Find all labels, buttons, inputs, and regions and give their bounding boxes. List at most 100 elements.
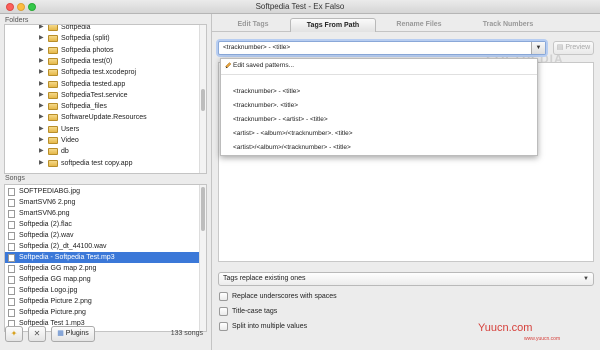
folders-scroll-thumb[interactable] [201, 89, 205, 111]
folder-row[interactable]: ▶ Softpedia tested.app [5, 79, 200, 90]
replace-mode-value: Tags replace existing ones [223, 275, 306, 282]
replace-mode-select[interactable]: Tags replace existing ones ▼ [218, 272, 594, 286]
plugins-label: Plugins [65, 330, 89, 337]
pattern-option[interactable]: <artist>/<album>/<tracknumber> - <title> [221, 141, 537, 155]
plugins-button[interactable]: ▦ Plugins [51, 326, 95, 342]
replace-underscores-label: Replace underscores with spaces [232, 293, 337, 300]
song-row[interactable]: Softpedia (2)_dt_44100.wav [5, 241, 201, 252]
folder-row[interactable]: ▶ Video [5, 135, 200, 146]
expand-triangle-icon[interactable]: ▶ [39, 56, 44, 67]
tab-tags-from-path[interactable]: Tags From Path [290, 18, 376, 32]
file-icon [8, 309, 15, 317]
pattern-combo[interactable]: <tracknumber> - <title> ▼ [218, 41, 546, 55]
tools-button[interactable]: ✕ [28, 326, 46, 342]
file-icon [8, 298, 15, 306]
song-row[interactable]: Softpedia Picture 2.png [5, 296, 201, 307]
song-row[interactable]: SmartSVN6.png [5, 208, 201, 219]
song-row[interactable]: Softpedia GG map.png [5, 274, 201, 285]
songs-scroll-thumb[interactable] [201, 187, 205, 231]
song-row[interactable]: Softpedia - Softpedia Test.mp3 [5, 252, 201, 263]
title-case-checkbox[interactable] [219, 307, 228, 316]
pattern-value: <tracknumber> - <title> [223, 44, 291, 51]
pattern-option[interactable]: <artist> - <album>/<tracknumber>. <title… [221, 127, 537, 141]
file-icon [8, 199, 15, 207]
site-watermark: Yuucn.com [478, 322, 533, 334]
song-label: Softpedia (2).wav [19, 232, 74, 239]
menu-separator [221, 74, 537, 75]
expand-triangle-icon[interactable]: ▶ [39, 112, 44, 123]
songs-scrollbar[interactable] [199, 185, 206, 331]
pattern-option[interactable]: <tracknumber>. <title> [221, 99, 537, 113]
songs-list[interactable]: SOFTPEDIABG.jpg SmartSVN6 2.png SmartSVN6.… [4, 184, 207, 332]
folder-row[interactable]: ▶ Softpedia test.xcodeproj [5, 67, 200, 78]
song-row[interactable]: Softpedia Picture.png [5, 307, 201, 318]
folder-label: softpedia test copy.app [61, 159, 133, 167]
folders-tree[interactable]: ▶ Softpedia ▶ Softpedia (split) ▶ Softpedia p… [4, 24, 207, 174]
tab-track-numbers[interactable]: Track Numbers [462, 18, 554, 32]
title-bar: Softpedia Test - Ex Falso [0, 0, 600, 14]
folder-label: Softpedia_files [61, 103, 107, 111]
song-row[interactable]: Softpedia (2).flac [5, 219, 201, 230]
song-row[interactable]: Softpedia Logo.jpg [5, 285, 201, 296]
folder-label: Users [61, 125, 80, 133]
folder-icon [48, 35, 58, 43]
split-values-checkbox[interactable] [219, 322, 228, 331]
expand-triangle-icon[interactable]: ▶ [39, 135, 44, 146]
folder-row[interactable]: ▶ Softpedia [5, 25, 200, 33]
expand-triangle-icon[interactable]: ▶ [39, 90, 44, 101]
folder-label: Softpedia tested.app [61, 80, 126, 88]
replace-underscores-checkbox[interactable] [219, 292, 228, 301]
folder-row[interactable]: ▶ Softpedia (split) [5, 33, 200, 44]
folder-icon [48, 103, 58, 111]
song-row[interactable]: SOFTPEDIABG.jpg [5, 186, 201, 197]
expand-triangle-icon[interactable]: ▶ [39, 25, 44, 33]
folder-row[interactable]: ▶ Users [5, 124, 200, 135]
pattern-option[interactable]: <tracknumber> - <title> [221, 85, 537, 99]
file-icon [8, 243, 15, 251]
expand-triangle-icon[interactable]: ▶ [39, 45, 44, 56]
split-values-label: Split into multiple values [232, 323, 308, 330]
folder-icon [48, 57, 58, 65]
expand-triangle-icon[interactable]: ▶ [39, 67, 44, 78]
file-icon [8, 265, 15, 273]
preview-button[interactable]: ▤ Preview [553, 41, 594, 55]
folder-row[interactable]: ▶ db [5, 146, 200, 157]
folder-row[interactable]: ▶ Softpedia test(0) [5, 56, 200, 67]
expand-triangle-icon[interactable]: ▶ [39, 101, 44, 112]
chevron-down-icon[interactable]: ▼ [531, 42, 545, 54]
edit-saved-patterns-item[interactable]: Edit saved patterns... [221, 59, 537, 73]
expand-triangle-icon[interactable]: ▶ [39, 158, 44, 169]
tab-rename-files[interactable]: Rename Files [376, 18, 462, 32]
folder-row[interactable]: ▶ Softpedia photos [5, 45, 200, 56]
folder-row[interactable]: ▶ Softpedia_files [5, 101, 200, 112]
folders-scrollbar[interactable] [199, 25, 206, 173]
folder-row[interactable]: ▶ SoftwareUpdate.Resources [5, 112, 200, 123]
folder-label: SoftwareUpdate.Resources [61, 114, 147, 122]
folder-label: Softpedia test.xcodeproj [61, 69, 137, 77]
site-watermark-url: www.yuucn.com [524, 336, 561, 342]
file-icon [8, 276, 15, 284]
window-title: Softpedia Test - Ex Falso [255, 2, 345, 11]
folder-row[interactable]: ▶ SoftpediaTest.service [5, 90, 200, 101]
pattern-option[interactable]: <tracknumber> - <artist> - <title> [221, 113, 537, 127]
tab-edit-tags[interactable]: Edit Tags [216, 18, 290, 32]
expand-triangle-icon[interactable]: ▶ [39, 33, 44, 44]
song-row[interactable]: Softpedia GG map 2.png [5, 263, 201, 274]
folder-icon [48, 69, 58, 77]
folder-label: Video [61, 137, 79, 144]
folder-row[interactable]: ▶ softpedia test copy.app [5, 158, 200, 169]
edit-saved-patterns-label: Edit saved patterns... [233, 62, 295, 69]
tab-bar: Edit Tags Tags From Path Rename Files Tr… [212, 18, 600, 32]
folder-icon [48, 148, 58, 156]
add-button[interactable]: ✦ [5, 326, 23, 342]
song-label: Softpedia (2).flac [19, 221, 72, 228]
bottom-toolbar: ✦ ✕ ▦ Plugins 133 songs [4, 324, 207, 346]
expand-triangle-icon[interactable]: ▶ [39, 124, 44, 135]
song-row[interactable]: SmartSVN6 2.png [5, 197, 201, 208]
song-row[interactable]: Softpedia (2).wav [5, 230, 201, 241]
folder-icon [48, 159, 58, 167]
file-icon [8, 287, 15, 295]
song-label: Softpedia (2)_dt_44100.wav [19, 243, 107, 250]
expand-triangle-icon[interactable]: ▶ [39, 79, 44, 90]
expand-triangle-icon[interactable]: ▶ [39, 146, 44, 157]
